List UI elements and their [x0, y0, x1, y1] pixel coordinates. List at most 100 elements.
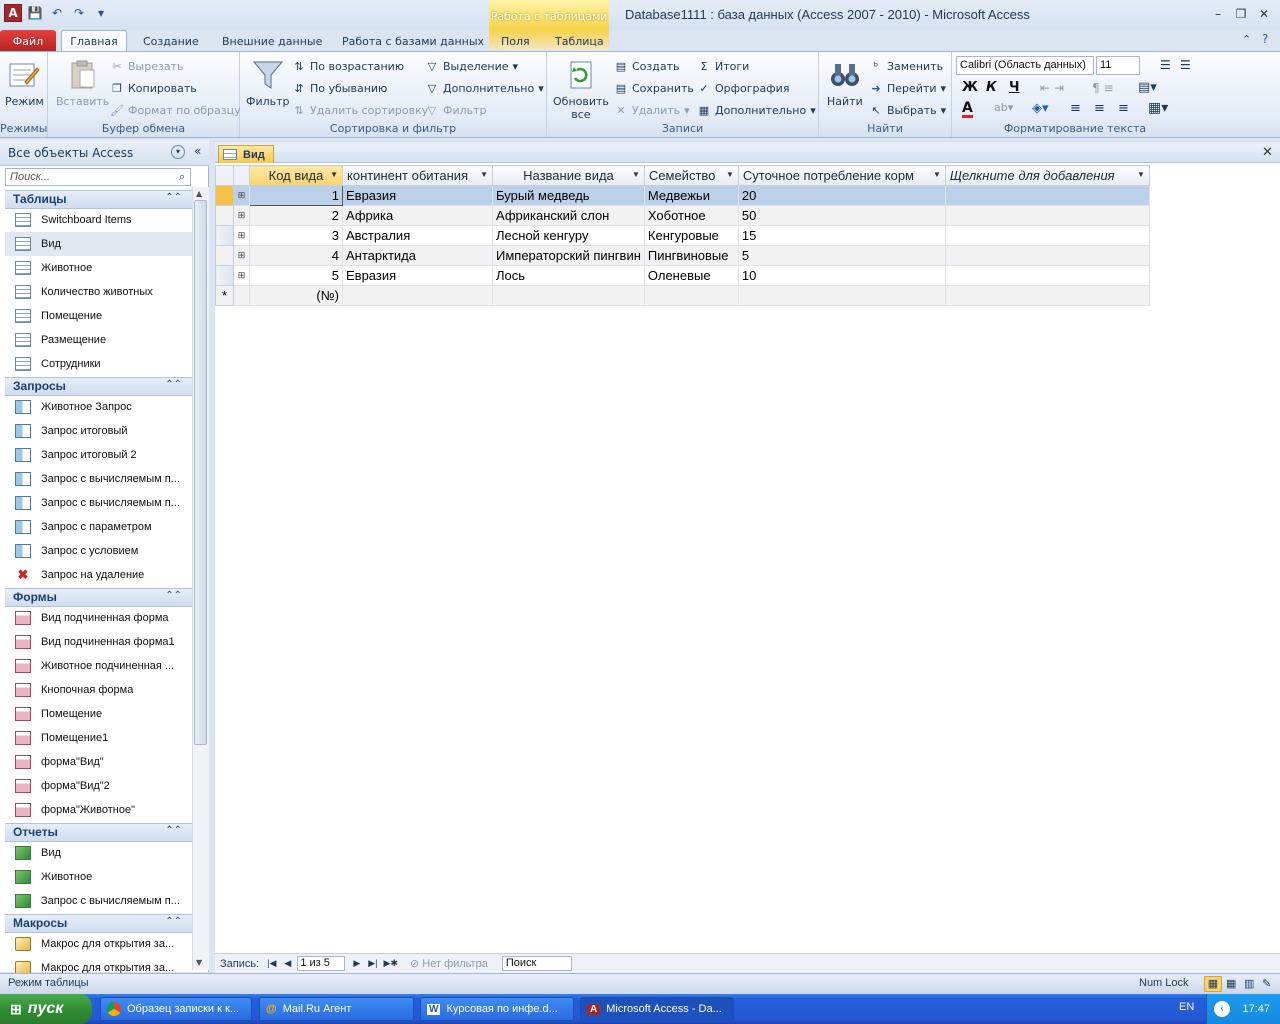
select-all-corner[interactable] — [215, 165, 234, 186]
pivot-table-view-icon[interactable]: ▦ — [1226, 977, 1236, 990]
tray-expand-icon[interactable]: ‹ — [1214, 1001, 1230, 1017]
table-cell[interactable]: Медвежьи — [643, 185, 739, 206]
nav-item[interactable]: форма"Вид"2 — [5, 774, 192, 798]
chevron-down-icon[interactable]: ▼ — [480, 170, 488, 179]
gridlines-icon[interactable]: ▤▾ — [1138, 80, 1157, 95]
table-cell[interactable]: Лось — [492, 265, 645, 286]
goto-button[interactable]: ➜ Перейти ▾ — [869, 78, 946, 98]
chevron-down-icon[interactable]: ▼ — [933, 170, 941, 179]
toggle-filter-button[interactable]: ▽ Фильтр — [425, 100, 487, 120]
task-access[interactable]: A Microsoft Access - Da... — [580, 997, 734, 1021]
align-right-icon[interactable]: ≡ — [1118, 101, 1129, 116]
totals-button[interactable]: Σ Итоги — [697, 56, 750, 76]
nav-item[interactable]: Switchboard Items — [5, 208, 192, 232]
table-cell[interactable]: Бурый медведь — [492, 185, 645, 206]
tab-database-tools[interactable]: Работа с базами данных — [332, 30, 494, 52]
nav-section-macros[interactable]: Макросы ⌃⌃ — [5, 914, 192, 933]
collapse-pane-icon[interactable]: « — [194, 144, 201, 158]
tab-file[interactable]: Файл — [0, 30, 56, 52]
column-header-family[interactable]: Семейство ▼ — [643, 165, 739, 186]
table-cell[interactable]: 50 — [737, 205, 946, 226]
nav-item[interactable]: Животное — [5, 865, 192, 889]
fill-color-icon[interactable]: ◈▾ — [1032, 101, 1049, 116]
sort-ascending-button[interactable]: ⇅ По возрастанию — [292, 56, 404, 76]
highlight-icon[interactable]: ab▾ — [994, 101, 1013, 114]
record-position-input[interactable]: 1 из 5 — [297, 956, 346, 971]
task-word[interactable]: W Курсовая по инфе.d... — [420, 997, 574, 1021]
nav-item[interactable]: Запрос с вычисляемым п... — [5, 889, 192, 913]
save-icon[interactable]: 💾 — [26, 4, 44, 22]
nav-item[interactable]: Животное подчиненная ... — [5, 654, 192, 678]
task-mailru[interactable]: @ Mail.Ru Агент — [259, 997, 414, 1021]
collapse-section-icon[interactable]: ⌃⌃ — [165, 192, 182, 203]
nav-item[interactable]: форма"Животное" — [5, 798, 192, 822]
nav-item[interactable]: Кнопочная форма — [5, 678, 192, 702]
undo-icon[interactable]: ↶ — [48, 4, 66, 22]
nav-item[interactable]: Вид — [5, 232, 192, 256]
task-chrome[interactable]: Образец записки к к... — [100, 997, 252, 1021]
customize-qat-icon[interactable]: ▾ — [92, 4, 110, 22]
record-selector[interactable] — [215, 205, 234, 226]
table-cell[interactable]: 2 — [249, 205, 343, 226]
table-cell[interactable]: Австралия — [342, 225, 493, 246]
table-cell[interactable]: Императорский пингвин — [492, 245, 645, 266]
replace-button[interactable]: ᵇ Заменить — [869, 56, 943, 76]
table-cell[interactable] — [492, 285, 645, 306]
table-cell[interactable] — [342, 285, 493, 306]
copy-button[interactable]: ❐ Копировать — [110, 78, 197, 98]
bold-button[interactable]: Ж — [962, 80, 978, 95]
new-record-autonumber[interactable]: (№) — [249, 285, 343, 306]
collapse-section-icon[interactable]: ⌃⌃ — [165, 825, 182, 836]
font-name-select[interactable]: Calibri (Область данных) — [956, 56, 1094, 75]
nav-item[interactable]: Макрос для открытия за... — [5, 932, 192, 956]
datasheet-view-icon[interactable]: ▦ — [1204, 976, 1222, 992]
tab-table[interactable]: Таблица — [545, 30, 614, 52]
table-cell-add[interactable] — [944, 245, 1150, 266]
advanced-filter-button[interactable]: ▽ Дополнительно ▾ — [425, 78, 544, 98]
next-record-icon[interactable]: ▶ — [353, 958, 360, 969]
more-records-button[interactable]: ▦ Дополнительно ▾ — [697, 100, 816, 120]
new-record-button[interactable]: ▤ Создать — [614, 56, 680, 76]
chevron-down-icon[interactable]: ▼ — [726, 170, 734, 179]
nav-item[interactable]: Вид подчиненная форма — [5, 606, 192, 630]
scroll-down-icon[interactable]: ▼ — [196, 958, 202, 967]
table-cell[interactable]: Евразия — [342, 185, 493, 206]
nav-item[interactable]: ✖ Запрос на удаление — [5, 563, 192, 587]
refresh-all-button[interactable]: Обновить все — [553, 58, 609, 121]
table-cell[interactable]: Кенгуровые — [643, 225, 739, 246]
table-cell-add[interactable] — [944, 185, 1150, 206]
table-cell[interactable]: 5 — [737, 245, 946, 266]
nav-item[interactable]: Запрос с вычисляемым п... — [5, 467, 192, 491]
nav-section-reports[interactable]: Отчеты ⌃⌃ — [5, 823, 192, 842]
font-size-select[interactable]: 11 — [1096, 56, 1140, 75]
nav-item[interactable]: Количество животных — [5, 280, 192, 304]
nav-item[interactable]: Вид подчиненная форма1 — [5, 630, 192, 654]
record-search-input[interactable]: Поиск — [501, 956, 572, 971]
nav-item[interactable]: Помещение — [5, 702, 192, 726]
table-cell[interactable]: Евразия — [342, 265, 493, 286]
italic-button[interactable]: К — [986, 80, 997, 95]
nav-item[interactable]: Запрос с параметром — [5, 515, 192, 539]
table-cell-add[interactable] — [944, 205, 1150, 226]
nav-item[interactable]: Сотрудники — [5, 352, 192, 376]
table-cell-add[interactable] — [944, 225, 1150, 246]
nav-item[interactable]: Животное Запрос — [5, 395, 192, 419]
format-painter-button[interactable]: 🖌 Формат по образцу — [110, 100, 241, 120]
table-cell[interactable] — [737, 285, 946, 306]
paragraph-icon[interactable]: ¶ ≡ — [1092, 81, 1114, 95]
close-button[interactable]: ✕ — [1253, 6, 1275, 22]
expand-subdatasheet-icon[interactable]: ⊞ — [233, 185, 250, 206]
record-selector[interactable] — [215, 265, 234, 286]
pivot-chart-view-icon[interactable]: ▥ — [1244, 977, 1254, 990]
table-cell[interactable]: 10 — [737, 265, 946, 286]
minimize-button[interactable]: – — [1207, 6, 1229, 22]
prev-record-icon[interactable]: ◀ — [284, 958, 291, 969]
collapse-section-icon[interactable]: ⌃⌃ — [165, 916, 182, 927]
restore-button[interactable]: ❐ — [1230, 6, 1252, 22]
new-record-marker[interactable]: * — [215, 285, 234, 306]
table-cell[interactable] — [643, 285, 739, 306]
nav-item[interactable]: Помещение — [5, 304, 192, 328]
tab-create[interactable]: Создание — [133, 30, 209, 52]
paste-button[interactable]: Вставить — [56, 58, 109, 108]
alternate-fill-icon[interactable]: ▦▾ — [1148, 100, 1168, 116]
